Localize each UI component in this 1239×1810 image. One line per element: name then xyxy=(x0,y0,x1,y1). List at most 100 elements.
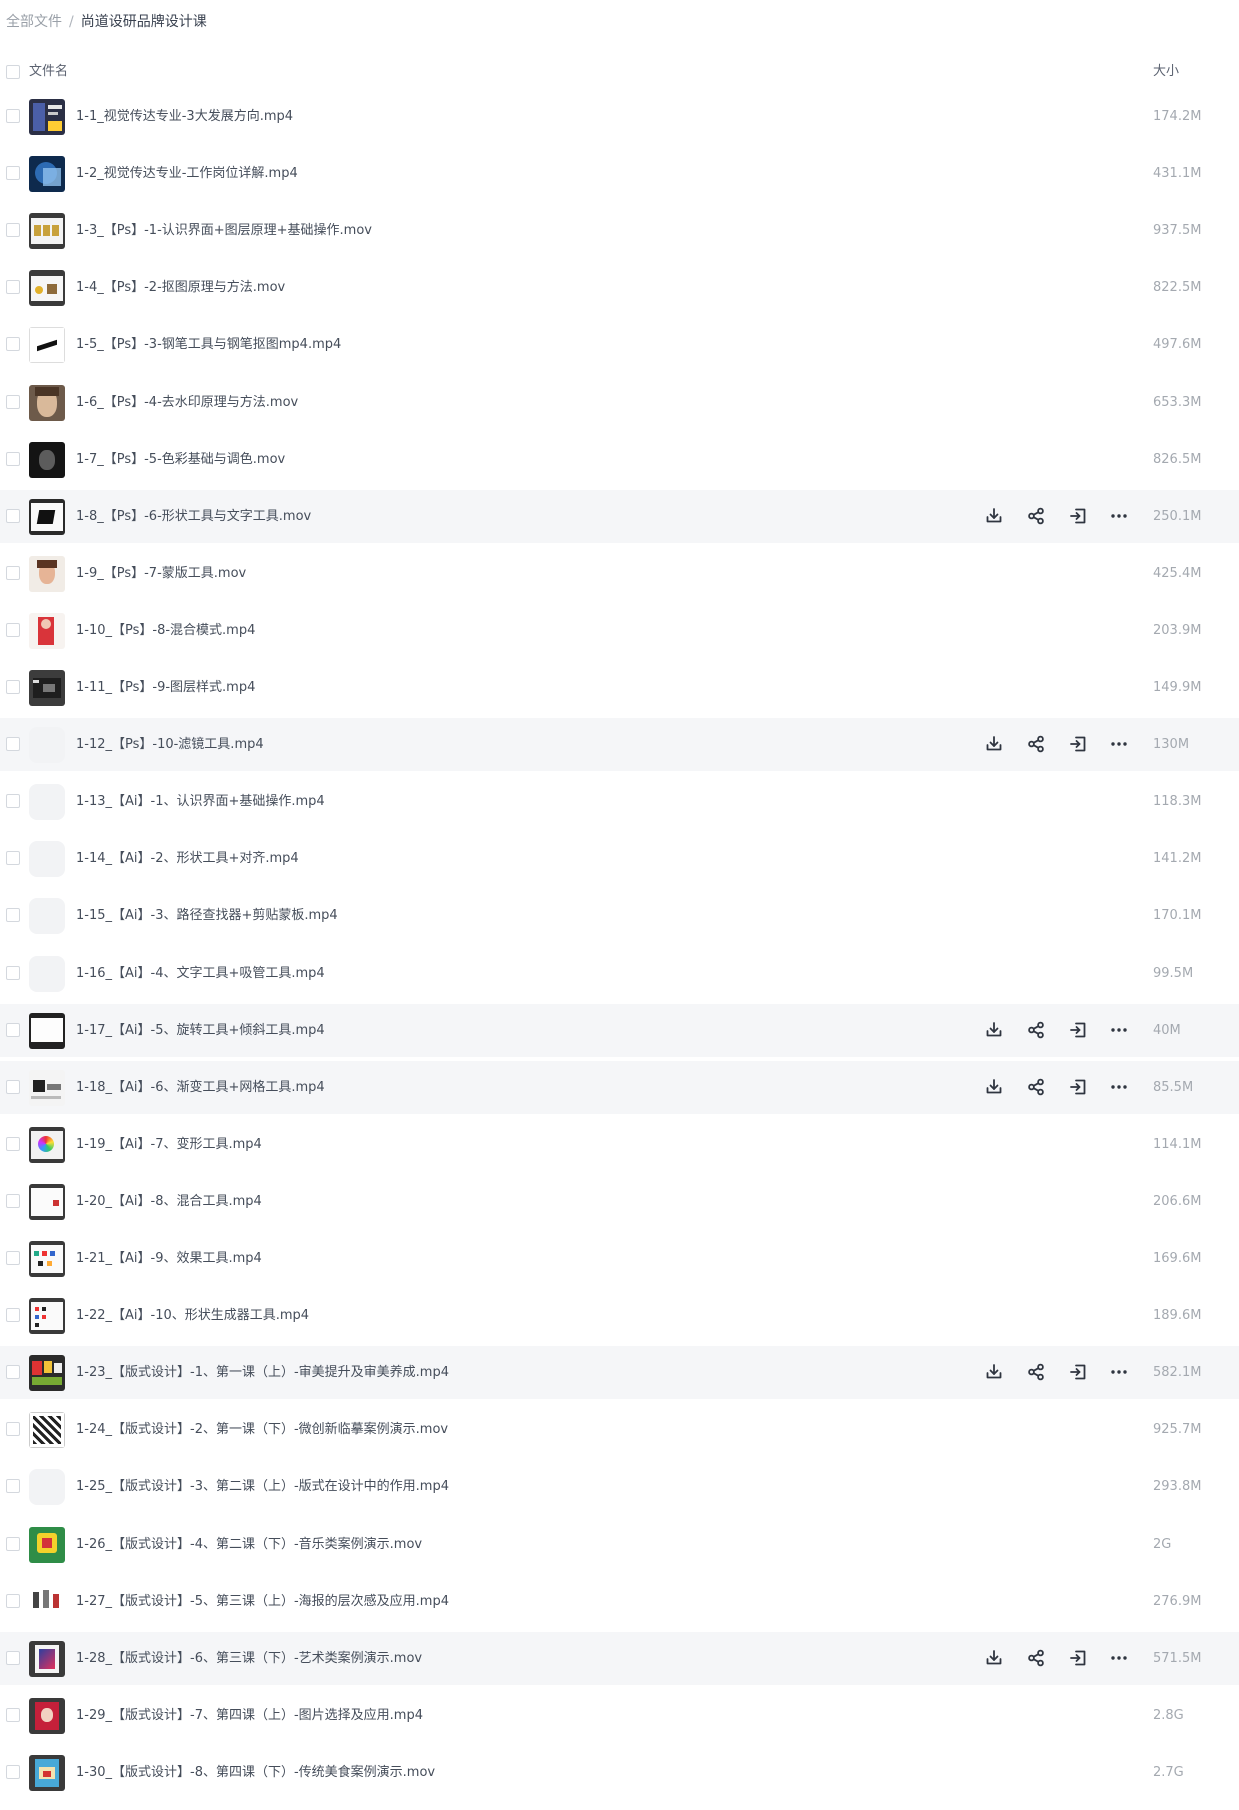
download-icon[interactable] xyxy=(981,1074,1007,1100)
file-row[interactable]: 1-7_【Ps】-5-色彩基础与调色.mov 826.5M xyxy=(0,433,1239,486)
file-checkbox[interactable] xyxy=(6,1251,20,1265)
file-thumbnail[interactable] xyxy=(29,156,65,192)
file-row[interactable]: 1-28_【版式设计】-6、第三课（下）-艺术类案例演示.mov 571.5M xyxy=(0,1632,1239,1685)
file-name[interactable]: 1-5_【Ps】-3-钢笔工具与钢笔抠图mp4.mp4 xyxy=(76,318,341,371)
file-name[interactable]: 1-28_【版式设计】-6、第三课（下）-艺术类案例演示.mov xyxy=(76,1632,422,1685)
file-row[interactable]: 1-23_【版式设计】-1、第一课（上）-审美提升及审美养成.mp4 582.1M xyxy=(0,1346,1239,1399)
file-name[interactable]: 1-13_【Ai】-1、认识界面+基础操作.mp4 xyxy=(76,775,325,828)
file-checkbox[interactable] xyxy=(6,1137,20,1151)
move-icon[interactable] xyxy=(1065,731,1091,757)
file-row[interactable]: 1-1_视觉传达专业-3大发展方向.mp4 174.2M xyxy=(0,90,1239,143)
file-name[interactable]: 1-3_【Ps】-1-认识界面+图层原理+基础操作.mov xyxy=(76,204,372,257)
file-row[interactable]: 1-24_【版式设计】-2、第一课（下）-微创新临摹案例演示.mov 925.7M xyxy=(0,1403,1239,1456)
column-header-size[interactable]: 大小 xyxy=(1153,56,1179,88)
file-row[interactable]: 1-11_【Ps】-9-图层样式.mp4 149.9M xyxy=(0,661,1239,714)
file-name[interactable]: 1-7_【Ps】-5-色彩基础与调色.mov xyxy=(76,433,285,486)
file-row[interactable]: 1-27_【版式设计】-5、第三课（上）-海报的层次感及应用.mp4 276.9M xyxy=(0,1575,1239,1628)
file-name[interactable]: 1-23_【版式设计】-1、第一课（上）-审美提升及审美养成.mp4 xyxy=(76,1346,449,1399)
file-thumbnail[interactable] xyxy=(29,1641,65,1677)
file-name[interactable]: 1-6_【Ps】-4-去水印原理与方法.mov xyxy=(76,376,298,429)
more-icon[interactable] xyxy=(1106,1645,1132,1671)
file-name[interactable]: 1-17_【Ai】-5、旋转工具+倾斜工具.mp4 xyxy=(76,1004,325,1057)
file-thumbnail[interactable] xyxy=(29,1469,65,1505)
move-icon[interactable] xyxy=(1065,1645,1091,1671)
file-name[interactable]: 1-16_【Ai】-4、文字工具+吸管工具.mp4 xyxy=(76,947,325,1000)
file-thumbnail[interactable] xyxy=(29,270,65,306)
file-thumbnail[interactable] xyxy=(29,499,65,535)
more-icon[interactable] xyxy=(1106,731,1132,757)
file-row[interactable]: 1-30_【版式设计】-8、第四课（下）-传统美食案例演示.mov 2.7G xyxy=(0,1746,1239,1799)
move-icon[interactable] xyxy=(1065,503,1091,529)
download-icon[interactable] xyxy=(981,731,1007,757)
file-checkbox[interactable] xyxy=(6,1479,20,1493)
file-name[interactable]: 1-20_【Ai】-8、混合工具.mp4 xyxy=(76,1175,262,1228)
file-thumbnail[interactable] xyxy=(29,327,65,363)
file-checkbox[interactable] xyxy=(6,1708,20,1722)
file-checkbox[interactable] xyxy=(6,395,20,409)
file-thumbnail[interactable] xyxy=(29,385,65,421)
file-thumbnail[interactable] xyxy=(29,727,65,763)
move-icon[interactable] xyxy=(1065,1017,1091,1043)
file-thumbnail[interactable] xyxy=(29,1127,65,1163)
file-row[interactable]: 1-25_【版式设计】-3、第二课（上）-版式在设计中的作用.mp4 293.8M xyxy=(0,1460,1239,1513)
file-row[interactable]: 1-5_【Ps】-3-钢笔工具与钢笔抠图mp4.mp4 497.6M xyxy=(0,318,1239,371)
file-name[interactable]: 1-15_【Ai】-3、路径查找器+剪贴蒙板.mp4 xyxy=(76,889,338,942)
file-checkbox[interactable] xyxy=(6,1080,20,1094)
file-name[interactable]: 1-21_【Ai】-9、效果工具.mp4 xyxy=(76,1232,262,1285)
share-icon[interactable] xyxy=(1023,1074,1049,1100)
file-checkbox[interactable] xyxy=(6,680,20,694)
file-thumbnail[interactable] xyxy=(29,956,65,992)
file-name[interactable]: 1-14_【Ai】-2、形状工具+对齐.mp4 xyxy=(76,832,299,885)
file-thumbnail[interactable] xyxy=(29,784,65,820)
file-checkbox[interactable] xyxy=(6,1422,20,1436)
file-checkbox[interactable] xyxy=(6,109,20,123)
file-row[interactable]: 1-17_【Ai】-5、旋转工具+倾斜工具.mp4 40M xyxy=(0,1004,1239,1057)
file-row[interactable]: 1-20_【Ai】-8、混合工具.mp4 206.6M xyxy=(0,1175,1239,1228)
file-thumbnail[interactable] xyxy=(29,841,65,877)
share-icon[interactable] xyxy=(1023,1017,1049,1043)
file-thumbnail[interactable] xyxy=(29,898,65,934)
file-row[interactable]: 1-13_【Ai】-1、认识界面+基础操作.mp4 118.3M xyxy=(0,775,1239,828)
more-icon[interactable] xyxy=(1106,1359,1132,1385)
file-row[interactable]: 1-4_【Ps】-2-抠图原理与方法.mov 822.5M xyxy=(0,261,1239,314)
file-thumbnail[interactable] xyxy=(29,1412,65,1448)
file-thumbnail[interactable] xyxy=(29,1698,65,1734)
file-checkbox[interactable] xyxy=(6,1194,20,1208)
file-name[interactable]: 1-9_【Ps】-7-蒙版工具.mov xyxy=(76,547,246,600)
share-icon[interactable] xyxy=(1023,731,1049,757)
file-checkbox[interactable] xyxy=(6,509,20,523)
file-row[interactable]: 1-26_【版式设计】-4、第二课（下）-音乐类案例演示.mov 2G xyxy=(0,1518,1239,1571)
move-icon[interactable] xyxy=(1065,1359,1091,1385)
share-icon[interactable] xyxy=(1023,503,1049,529)
more-icon[interactable] xyxy=(1106,503,1132,529)
file-thumbnail[interactable] xyxy=(29,99,65,135)
file-checkbox[interactable] xyxy=(6,851,20,865)
file-row[interactable]: 1-21_【Ai】-9、效果工具.mp4 169.6M xyxy=(0,1232,1239,1285)
more-icon[interactable] xyxy=(1106,1017,1132,1043)
move-icon[interactable] xyxy=(1065,1074,1091,1100)
file-row[interactable]: 1-3_【Ps】-1-认识界面+图层原理+基础操作.mov 937.5M xyxy=(0,204,1239,257)
file-thumbnail[interactable] xyxy=(29,670,65,706)
file-row[interactable]: 1-2_视觉传达专业-工作岗位详解.mp4 431.1M xyxy=(0,147,1239,200)
more-icon[interactable] xyxy=(1106,1074,1132,1100)
file-checkbox[interactable] xyxy=(6,1365,20,1379)
file-name[interactable]: 1-11_【Ps】-9-图层样式.mp4 xyxy=(76,661,255,714)
file-thumbnail[interactable] xyxy=(29,1241,65,1277)
share-icon[interactable] xyxy=(1023,1645,1049,1671)
file-row[interactable]: 1-19_【Ai】-7、变形工具.mp4 114.1M xyxy=(0,1118,1239,1171)
download-icon[interactable] xyxy=(981,1645,1007,1671)
file-checkbox[interactable] xyxy=(6,166,20,180)
download-icon[interactable] xyxy=(981,1359,1007,1385)
file-checkbox[interactable] xyxy=(6,1023,20,1037)
file-name[interactable]: 1-25_【版式设计】-3、第二课（上）-版式在设计中的作用.mp4 xyxy=(76,1460,449,1513)
file-name[interactable]: 1-22_【Ai】-10、形状生成器工具.mp4 xyxy=(76,1289,309,1342)
file-name[interactable]: 1-24_【版式设计】-2、第一课（下）-微创新临摹案例演示.mov xyxy=(76,1403,448,1456)
file-thumbnail[interactable] xyxy=(29,213,65,249)
file-checkbox[interactable] xyxy=(6,794,20,808)
file-thumbnail[interactable] xyxy=(29,556,65,592)
file-thumbnail[interactable] xyxy=(29,1070,65,1106)
column-header-name[interactable]: 文件名 xyxy=(29,56,68,88)
file-row[interactable]: 1-10_【Ps】-8-混合模式.mp4 203.9M xyxy=(0,604,1239,657)
file-thumbnail[interactable] xyxy=(29,1298,65,1334)
file-row[interactable]: 1-9_【Ps】-7-蒙版工具.mov 425.4M xyxy=(0,547,1239,600)
